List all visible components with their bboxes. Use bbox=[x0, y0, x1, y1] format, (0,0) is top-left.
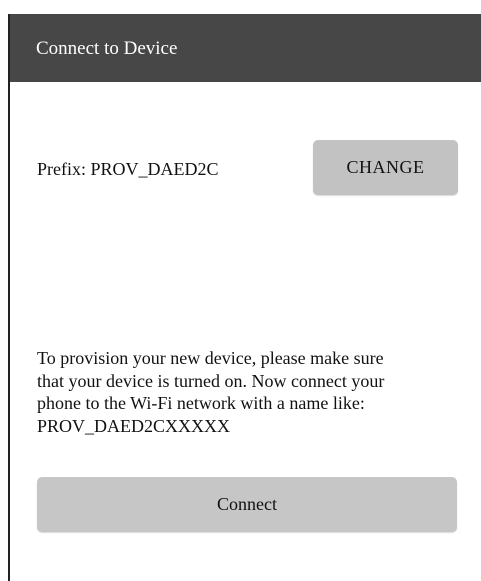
app-bar: Connect to Device bbox=[10, 14, 481, 82]
top-margin bbox=[0, 0, 481, 14]
connect-button[interactable]: Connect bbox=[37, 477, 457, 532]
instructions-line: PROV_DAED2CXXXXX bbox=[37, 415, 231, 436]
prefix-label: Prefix: PROV_DAED2C bbox=[37, 159, 219, 179]
instructions-line: To provision your new device, please mak… bbox=[37, 348, 384, 368]
instructions-text: To provision your new device, please mak… bbox=[37, 347, 437, 437]
change-prefix-button[interactable]: CHANGE bbox=[313, 140, 458, 195]
instructions-line: phone to the Wi-Fi network with a name l… bbox=[37, 393, 365, 413]
page-title: Connect to Device bbox=[36, 38, 178, 59]
connect-to-device-screen: Connect to Device Prefix: PROV_DAED2C CH… bbox=[0, 0, 481, 581]
instructions-line: that your device is turned on. Now conne… bbox=[37, 370, 385, 391]
left-border bbox=[0, 14, 10, 581]
